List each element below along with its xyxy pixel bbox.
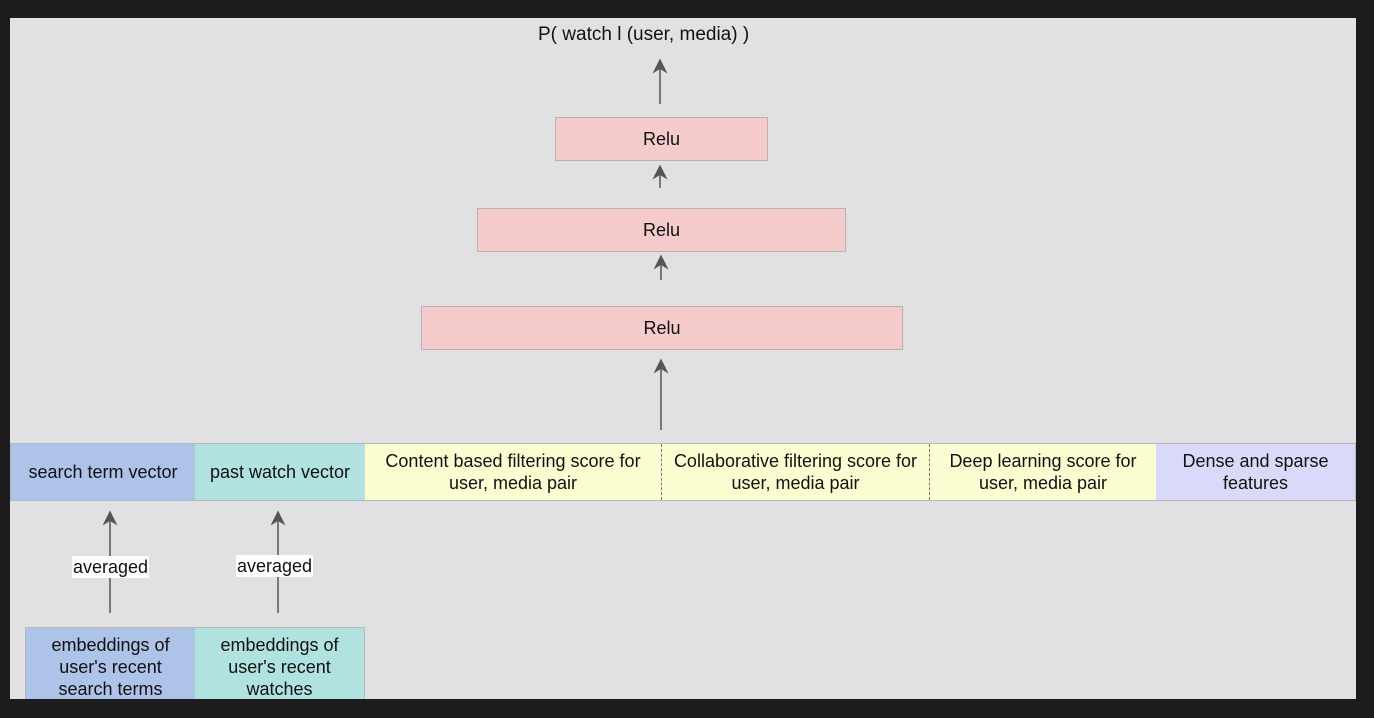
feature-label: Collaborative filtering score for user, … <box>673 451 918 493</box>
relu-layer-bottom: Relu <box>421 306 903 350</box>
feature-label: search term vector <box>28 462 178 482</box>
input-label: embeddings of user's recent search terms <box>51 634 170 699</box>
feature-deep-learning-score: Deep learning score for user, media pair <box>930 444 1156 500</box>
diagram-canvas: P( watch l (user, media) ) Relu Relu Rel… <box>10 18 1356 699</box>
relu-label: Relu <box>642 129 681 149</box>
relu-label: Relu <box>642 220 681 240</box>
input-search-term-embeddings: embeddings of user's recent search terms <box>25 627 196 699</box>
feature-dense-sparse: Dense and sparse features <box>1156 444 1355 500</box>
feature-past-watch-vector: past watch vector <box>195 444 365 500</box>
feature-vector-row: search term vector past watch vector Con… <box>10 443 1356 501</box>
input-watch-embeddings: embeddings of user's recent watches <box>195 627 365 699</box>
averaged-label-watch: averaged <box>236 555 314 577</box>
relu-label: Relu <box>643 318 681 338</box>
relu-layer-top: Relu <box>555 117 768 161</box>
feature-search-term-vector: search term vector <box>11 444 195 500</box>
feature-label: Deep learning score for user, media pair <box>949 451 1137 493</box>
averaged-label-search: averaged <box>72 556 150 578</box>
feature-collaborative-filtering-score: Collaborative filtering score for user, … <box>662 444 930 500</box>
feature-label: past watch vector <box>209 462 351 482</box>
input-label: embeddings of user's recent watches <box>220 634 339 699</box>
feature-label: Dense and sparse features <box>1182 451 1329 493</box>
relu-layer-middle: Relu <box>477 208 846 252</box>
feature-label: Content based filtering score for user, … <box>385 451 641 493</box>
feature-content-filtering-score: Content based filtering score for user, … <box>365 444 662 500</box>
